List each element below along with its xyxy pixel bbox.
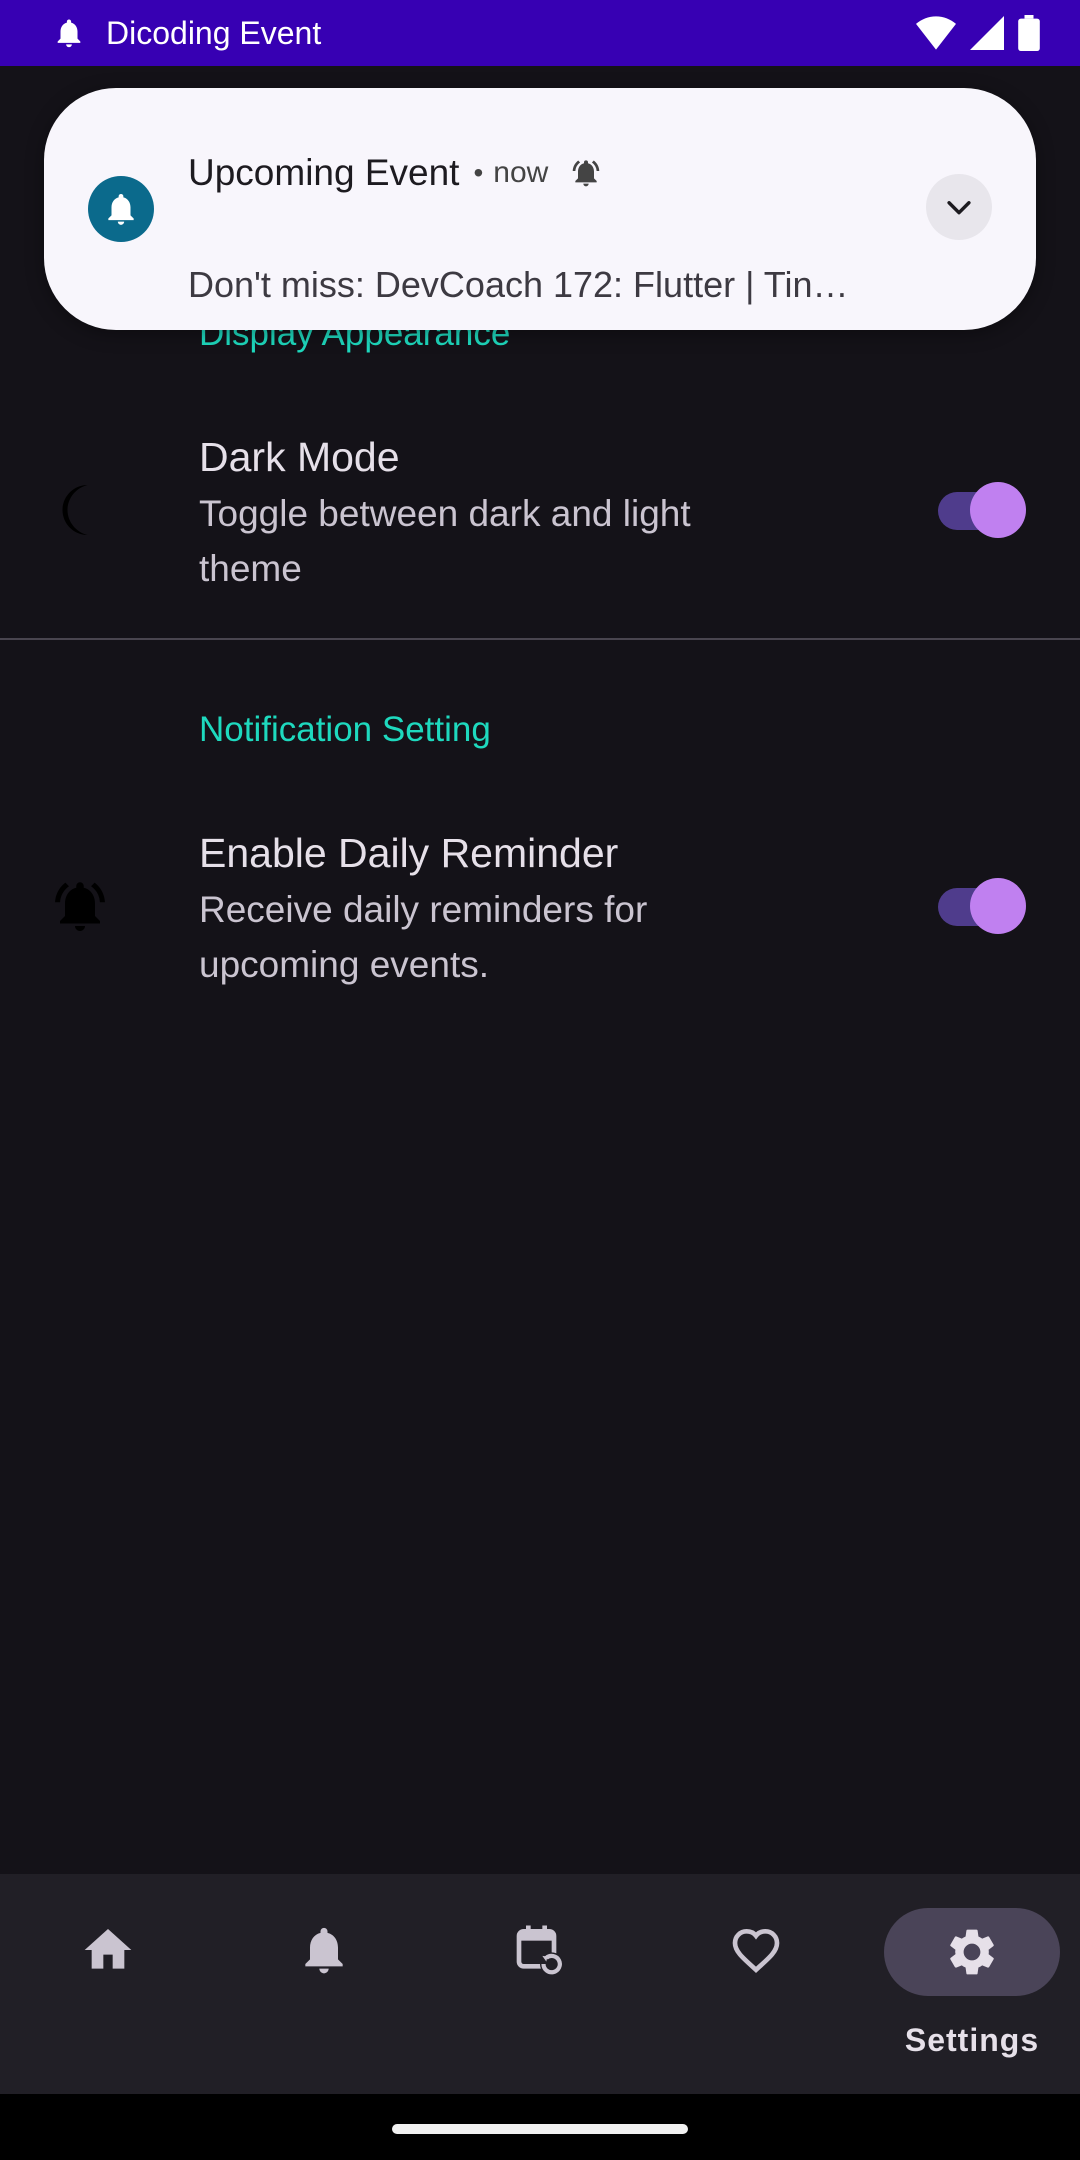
bell-icon [305, 1927, 343, 1974]
heads-up-notification[interactable]: Upcoming Event • now Don't miss: DevCoac… [44, 88, 1036, 330]
switch-thumb [970, 878, 1026, 934]
nav-item-settings[interactable]: Settings [864, 1874, 1080, 2094]
notification-header: Upcoming Event • now [188, 152, 602, 194]
daily-reminder-switch[interactable] [938, 878, 1026, 934]
daily-reminder-title: Enable Daily Reminder [199, 830, 619, 876]
daily-reminder-description: Receive daily reminders for upcoming eve… [199, 889, 648, 985]
moon-icon [62, 485, 88, 535]
signal-icon [970, 16, 1004, 50]
wifi-icon [916, 16, 956, 50]
nav-label-settings: Settings [904, 2022, 1040, 2058]
switch-thumb [970, 482, 1026, 538]
alarm-icon [55, 882, 105, 931]
alarm-icon [573, 160, 600, 187]
dark-mode-switch[interactable] [938, 482, 1026, 538]
status-bar: Dicoding Event [0, 0, 1080, 66]
status-bar-right [916, 15, 1040, 51]
bell-icon [57, 19, 81, 48]
dark-mode-title: Dark Mode [199, 434, 400, 480]
nav-item-home[interactable] [0, 1874, 216, 2094]
notification-title: Upcoming Event [188, 152, 460, 193]
nav-item-favorite[interactable] [648, 1874, 864, 2094]
calendar-history-icon [516, 1925, 564, 1976]
status-bar-app-name: Dicoding Event [106, 14, 322, 51]
setting-row-dark-mode[interactable]: Dark Mode Toggle between dark and light … [0, 410, 1080, 610]
section-divider [0, 638, 1080, 640]
section-title-notification: Notification Setting [199, 710, 491, 749]
notification-body: Don't miss: DevCoach 172: Flutter | Tin… [188, 264, 849, 305]
heart-icon [732, 1928, 780, 1974]
nav-item-upcoming[interactable] [216, 1874, 432, 2094]
bottom-navigation: Settings [0, 1874, 1080, 2094]
notification-time: now [493, 156, 549, 189]
expand-notification-button[interactable] [926, 174, 992, 240]
home-gesture-handle[interactable] [392, 2124, 688, 2134]
notification-separator: • [473, 157, 484, 188]
settings-screen: Dicoding Event Display Appearance Dark M… [0, 0, 1080, 2160]
home-icon [84, 1929, 132, 1969]
setting-row-daily-reminder[interactable]: Enable Daily Reminder Receive daily remi… [0, 806, 1080, 1006]
notification-app-icon [88, 176, 154, 242]
gesture-bar [0, 2094, 1080, 2160]
dark-mode-description: Toggle between dark and light theme [199, 493, 691, 589]
bell-icon [108, 193, 134, 225]
battery-icon [1018, 15, 1040, 51]
gear-icon [950, 1929, 994, 1975]
chevron-down-icon [947, 201, 971, 215]
nav-item-finished[interactable] [432, 1874, 648, 2094]
